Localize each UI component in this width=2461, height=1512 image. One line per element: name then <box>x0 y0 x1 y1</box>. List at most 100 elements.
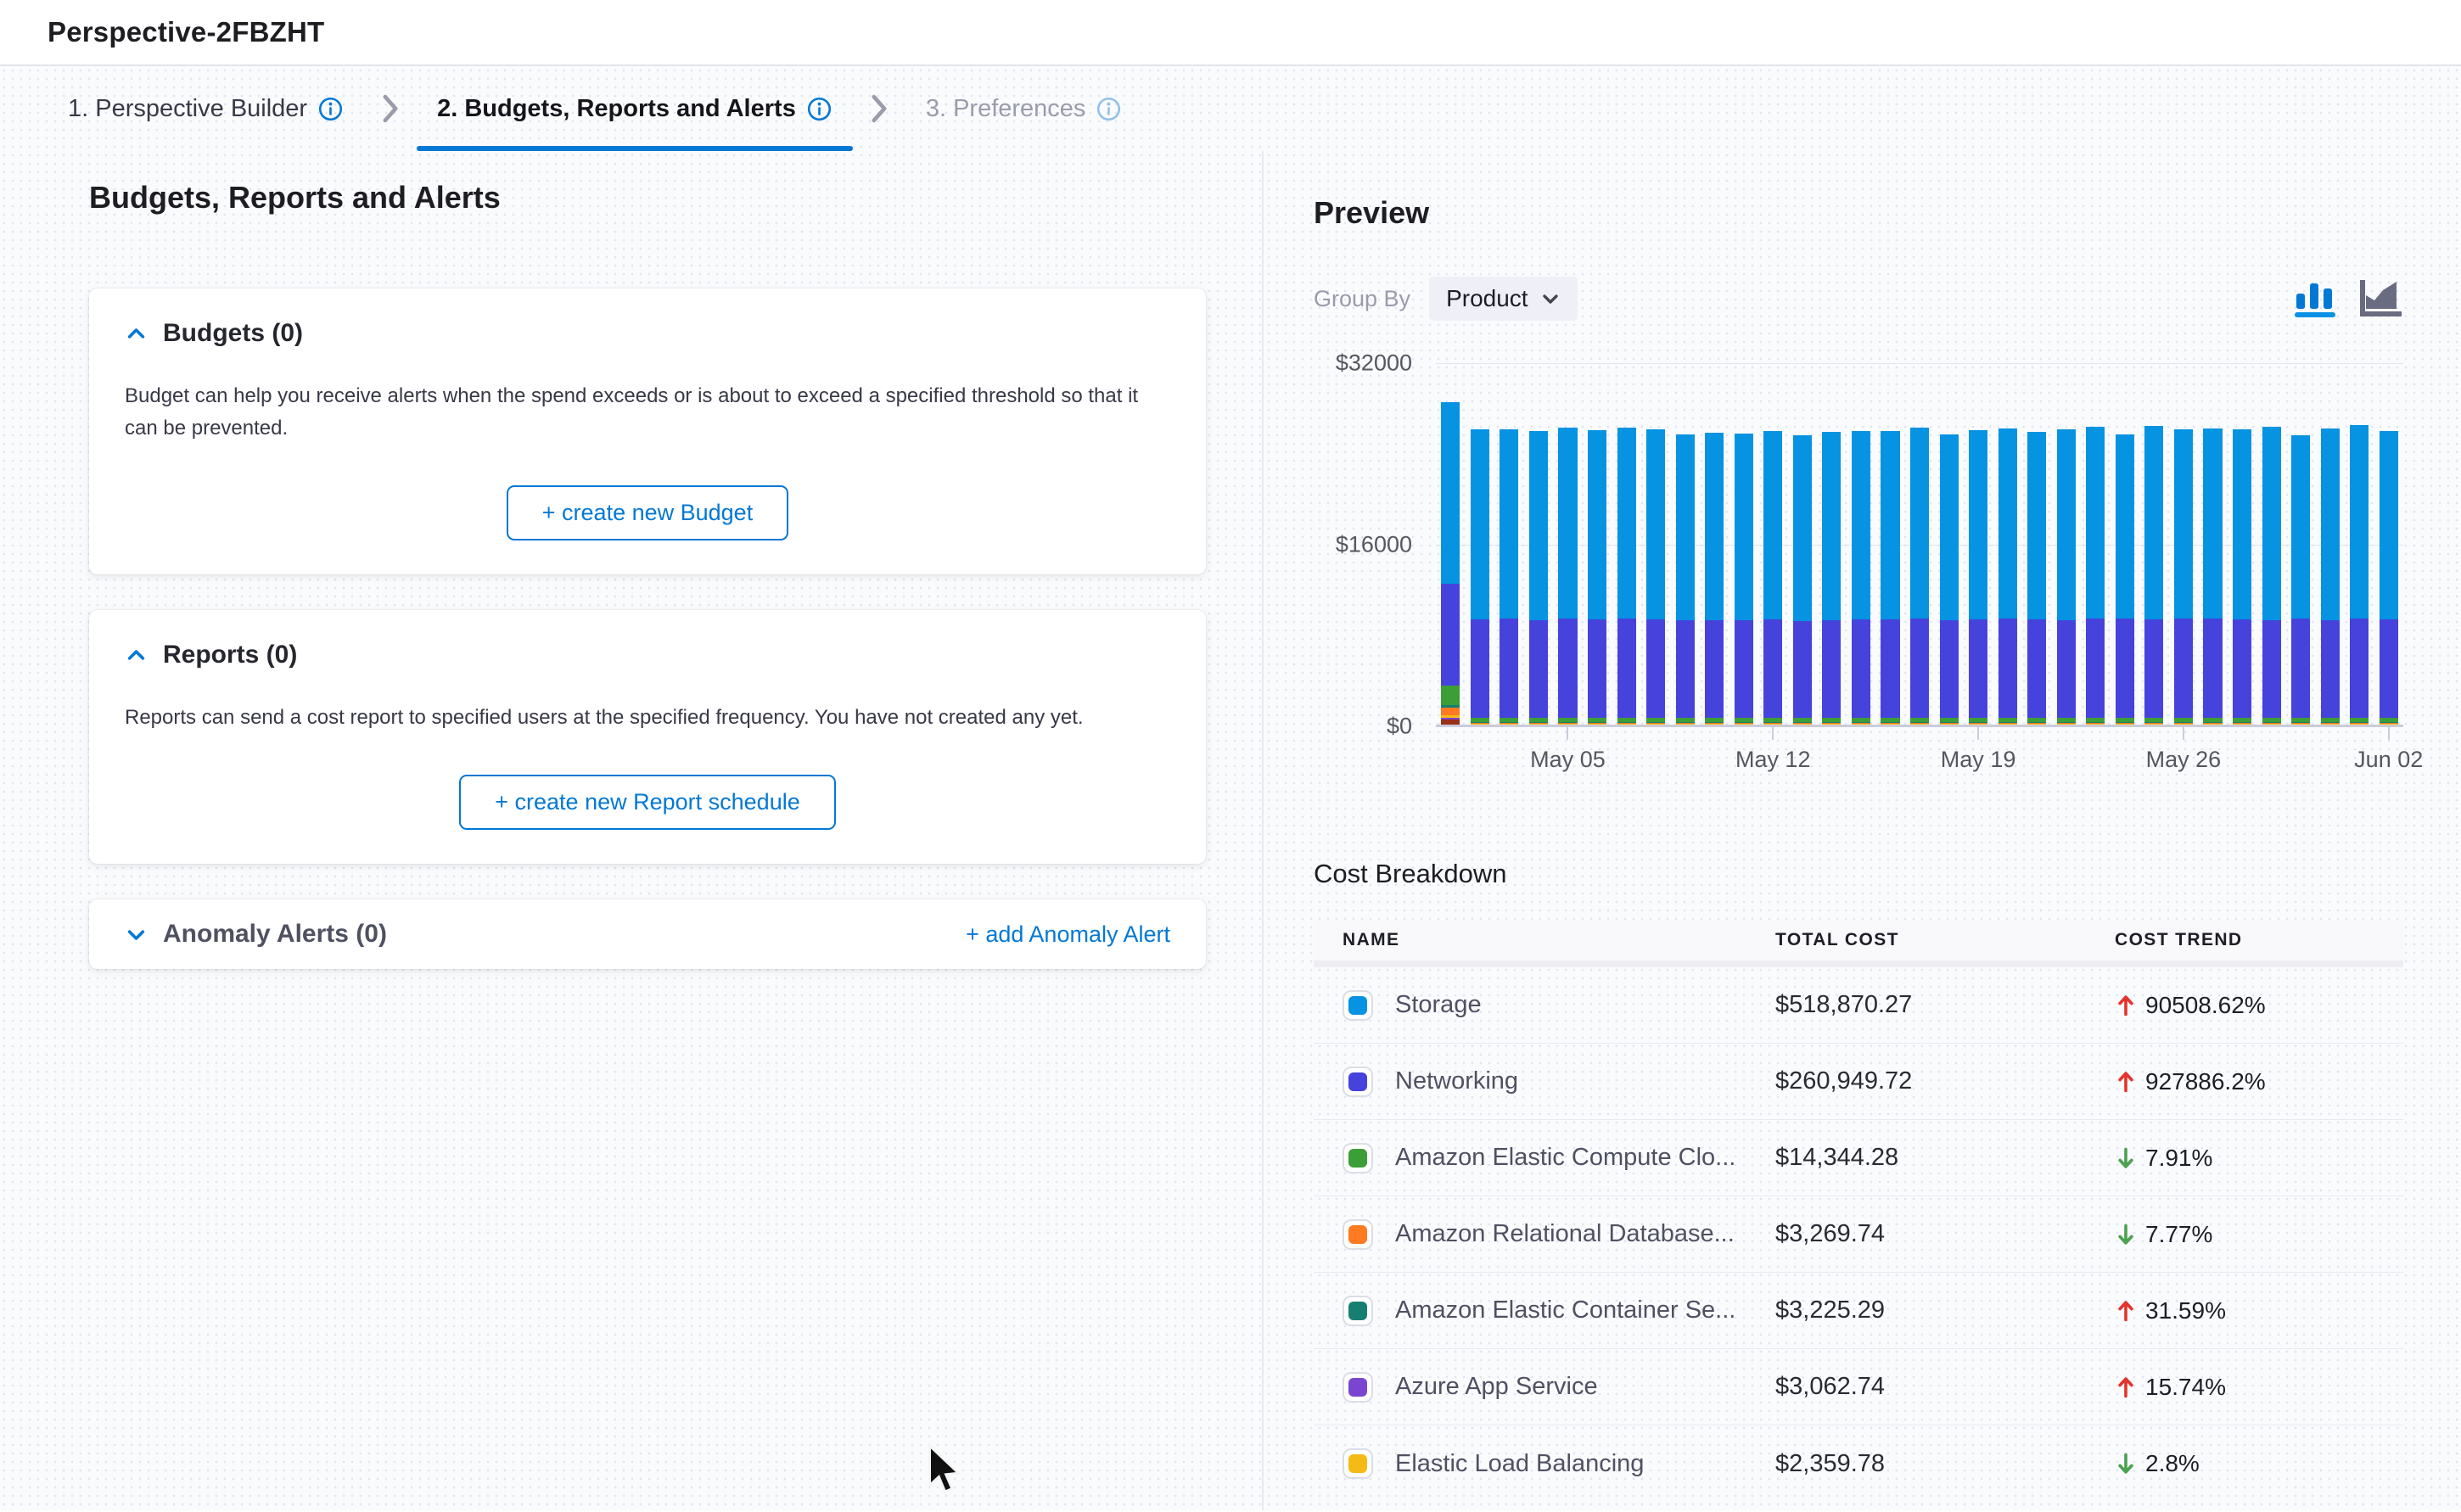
stacked-bar <box>1969 430 1987 726</box>
bar-slot <box>1817 363 1847 726</box>
bar-segment <box>2262 427 2281 620</box>
table-row[interactable]: Amazon Elastic Compute Clo...$14,344.287… <box>1314 1120 2403 1196</box>
collapse-chevron-up-icon[interactable] <box>125 322 148 345</box>
bar-segment <box>2116 619 2134 718</box>
add-anomaly-alert-link[interactable]: + add Anomaly Alert <box>966 921 1170 948</box>
bar-slot <box>2345 363 2374 726</box>
table-row[interactable]: Elastic Load Balancing$2,359.782.8% <box>1314 1425 2403 1502</box>
trend-percent: 927886.2% <box>2145 1068 2266 1095</box>
chart-plot: May 05May 12May 19May 26Jun 02 <box>1436 363 2403 726</box>
x-tick-mark <box>1977 726 1979 740</box>
x-axis-line <box>1436 725 2403 727</box>
bar-slot <box>1670 363 1700 726</box>
bar-segment <box>1441 708 1460 715</box>
bar-segment <box>1763 431 1782 619</box>
collapse-chevron-down-icon[interactable] <box>125 923 148 946</box>
table-row[interactable]: Storage$518,870.2790508.62% <box>1314 967 2403 1044</box>
cost-preview-chart: $32000$16000$0 May 05May 12May 19May 26J… <box>1314 363 2403 726</box>
step-perspective-builder[interactable]: 1. Perspective Builder <box>44 66 367 151</box>
bar-segment <box>2086 619 2105 719</box>
stacked-bar <box>2086 427 2105 726</box>
step-budgets-reports-alerts[interactable]: 2. Budgets, Reports and Alerts <box>413 66 856 151</box>
bar-segment <box>1881 619 1899 718</box>
stacked-bars <box>1436 363 2403 726</box>
bar-slot <box>1847 363 1876 726</box>
cost-trend-value: 90508.62% <box>2115 992 2403 1019</box>
x-tick-label: May 19 <box>1941 747 2016 773</box>
bar-segment <box>2057 620 2076 719</box>
step-preferences[interactable]: 3. Preferences <box>902 66 1146 151</box>
table-body: Storage$518,870.2790508.62% Networking $26… <box>1314 967 2403 1502</box>
stacked-bar <box>1822 432 1841 726</box>
info-icon[interactable] <box>1096 96 1122 122</box>
stacked-bar <box>1999 428 2017 726</box>
legend-swatch <box>1343 1219 1373 1250</box>
bar-segment <box>2233 429 2251 619</box>
create-report-schedule-button[interactable]: + create new Report schedule <box>459 775 835 830</box>
bar-segment <box>1471 619 1489 718</box>
table-row[interactable]: Networking $260,949.72 927886.2% <box>1314 1044 2403 1120</box>
x-tick-mark <box>2388 726 2390 740</box>
bar-slot <box>1758 363 1788 726</box>
bar-slot <box>1494 363 1524 726</box>
bar-slot <box>2256 363 2286 726</box>
bar-segment <box>2350 425 2369 619</box>
table-row[interactable]: Amazon Relational Database...$3,269.747.… <box>1314 1196 2403 1273</box>
area-chart-icon[interactable] <box>2359 278 2403 319</box>
bar-slot <box>2051 363 2081 726</box>
bar-segment <box>1646 619 1665 718</box>
bar-segment <box>1852 619 1870 718</box>
stacked-bar <box>2144 426 2163 726</box>
reports-card: Reports (0) Reports can send a cost repo… <box>89 610 1206 864</box>
bar-segment <box>1705 433 1724 619</box>
product-name: Amazon Elastic Compute Clo... <box>1395 1144 1735 1172</box>
stacked-bar <box>2057 429 2076 726</box>
bar-slot <box>1875 363 1905 726</box>
cost-breakdown-title: Cost Breakdown <box>1314 859 2403 889</box>
wizard-stepper: 1. Perspective Builder 2. Budgets, Repor… <box>0 66 2461 151</box>
top-bar: Perspective-2FBZHT <box>0 0 2461 66</box>
bar-segment <box>1940 620 1959 718</box>
trend-up-icon <box>2115 1069 2137 1095</box>
bar-slot <box>1583 363 1612 726</box>
info-icon[interactable] <box>806 96 832 122</box>
bar-segment <box>2262 620 2281 719</box>
cost-trend-value: 927886.2% <box>2115 1068 2403 1095</box>
bar-segment <box>2233 619 2251 718</box>
trend-up-icon <box>2115 1375 2137 1400</box>
cost-trend-value: 7.91% <box>2115 1145 2403 1172</box>
bar-segment <box>2203 619 2222 718</box>
stacked-bar <box>1940 434 1959 726</box>
stacked-bar <box>2233 429 2251 726</box>
bar-segment <box>1676 620 1695 718</box>
column-header-total: TOTAL COST <box>1775 930 2115 950</box>
bar-segment <box>1910 619 1929 718</box>
active-step-underline <box>417 146 853 151</box>
trend-down-icon <box>2115 1451 2137 1476</box>
collapse-chevron-up-icon[interactable] <box>125 644 148 667</box>
trend-up-icon <box>2115 993 2137 1018</box>
column-chart-icon[interactable] <box>2293 278 2337 319</box>
bar-slot <box>1934 363 1964 726</box>
product-name: Storage <box>1395 991 1482 1019</box>
chevron-down-icon <box>1540 288 1561 309</box>
stacked-bar <box>1529 431 1548 726</box>
trend-percent: 7.77% <box>2145 1221 2212 1248</box>
chevron-right-icon <box>379 94 401 123</box>
cost-trend-value: 31.59% <box>2115 1297 2403 1324</box>
x-tick-label: Jun 02 <box>2354 747 2423 773</box>
bar-slot <box>2198 363 2228 726</box>
chart-y-axis: $32000$16000$0 <box>1314 363 1436 726</box>
total-cost-value: $260,949.72 <box>1775 1067 2115 1095</box>
create-budget-button[interactable]: + create new Budget <box>507 485 788 540</box>
step-label: 1. Perspective Builder <box>68 95 307 123</box>
bar-segment <box>1441 584 1460 686</box>
product-name: Networking <box>1395 1067 1518 1095</box>
bar-segment <box>1999 428 2017 619</box>
info-icon[interactable] <box>317 96 344 122</box>
group-by-dropdown[interactable]: Product <box>1429 277 1578 321</box>
trend-down-icon <box>2115 1145 2137 1171</box>
bar-slot <box>1466 363 1495 726</box>
table-row[interactable]: Azure App Service$3,062.7415.74% <box>1314 1349 2403 1425</box>
table-row[interactable]: Amazon Elastic Container Se...$3,225.293… <box>1314 1273 2403 1349</box>
